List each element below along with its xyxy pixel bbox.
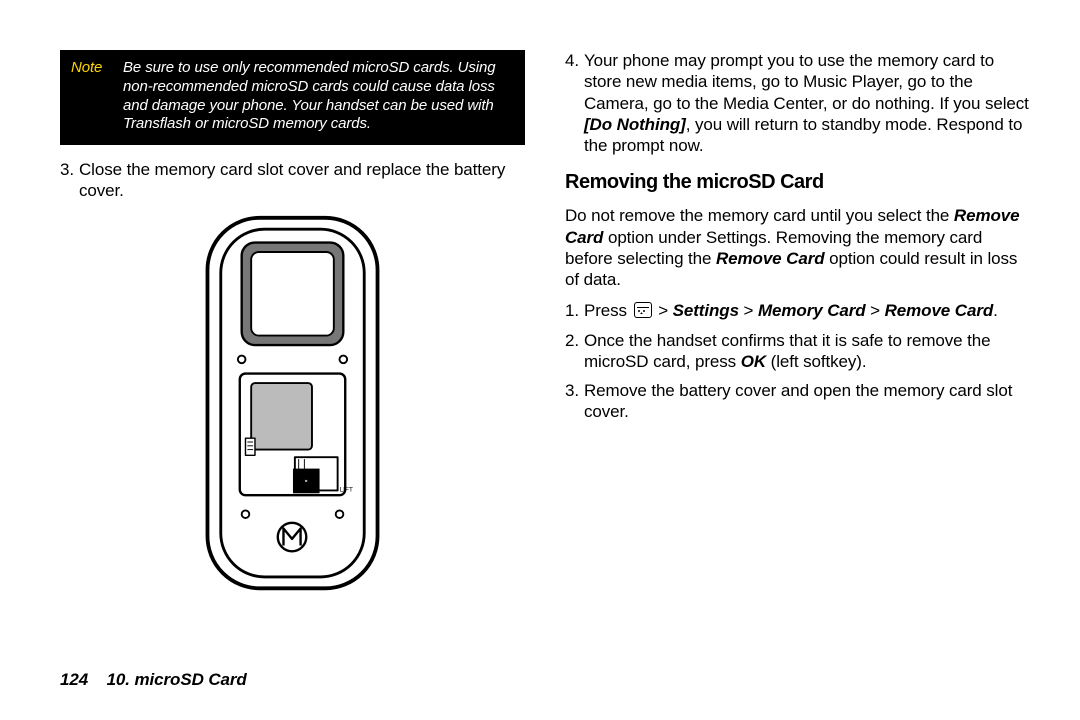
- remove-step-2-number: 2.: [565, 330, 584, 373]
- step-4-row: 4. Your phone may prompt you to use the …: [565, 50, 1030, 156]
- remove-step-1-number: 1.: [565, 300, 584, 321]
- step-4-number: 4.: [565, 50, 584, 156]
- removing-paragraph: Do not remove the memory card until you …: [565, 205, 1030, 290]
- remove-step-1: 1. Press > Settings > Memory Card > Remo…: [565, 300, 1030, 321]
- left-column: Note Be sure to use only recommended mic…: [60, 50, 525, 680]
- section-title: 10. microSD Card: [107, 670, 247, 689]
- step-3-text: Close the memory card slot cover and rep…: [79, 159, 525, 202]
- note-text: Be sure to use only recommended microSD …: [123, 51, 524, 144]
- right-column: 4. Your phone may prompt you to use the …: [565, 50, 1030, 680]
- phone-back-svg: LIFT: [195, 214, 390, 594]
- remove-step-2-text: Once the handset confirms that it is saf…: [584, 330, 1030, 373]
- remove-step-3-text: Remove the battery cover and open the me…: [584, 380, 1030, 423]
- step-4-text: Your phone may prompt you to use the mem…: [584, 50, 1030, 156]
- remove-step-1-text: Press > Settings > Memory Card > Remove …: [584, 300, 1030, 321]
- menu-key-icon: [634, 302, 652, 318]
- removing-heading: Removing the microSD Card: [565, 170, 1030, 195]
- manual-page: Note Be sure to use only recommended mic…: [0, 0, 1080, 720]
- step-3-row: 3. Close the memory card slot cover and …: [60, 159, 525, 202]
- page-footer: 124 10. microSD Card: [60, 669, 247, 690]
- step-3-number: 3.: [60, 159, 79, 202]
- lift-label: LIFT: [340, 486, 353, 493]
- note-box: Note Be sure to use only recommended mic…: [60, 50, 525, 145]
- page-number: 124: [60, 670, 88, 689]
- phone-illustration: LIFT: [60, 214, 525, 594]
- note-label: Note: [61, 51, 123, 144]
- remove-step-2: 2. Once the handset confirms that it is …: [565, 330, 1030, 373]
- remove-step-3-number: 3.: [565, 380, 584, 423]
- remove-step-3: 3. Remove the battery cover and open the…: [565, 380, 1030, 423]
